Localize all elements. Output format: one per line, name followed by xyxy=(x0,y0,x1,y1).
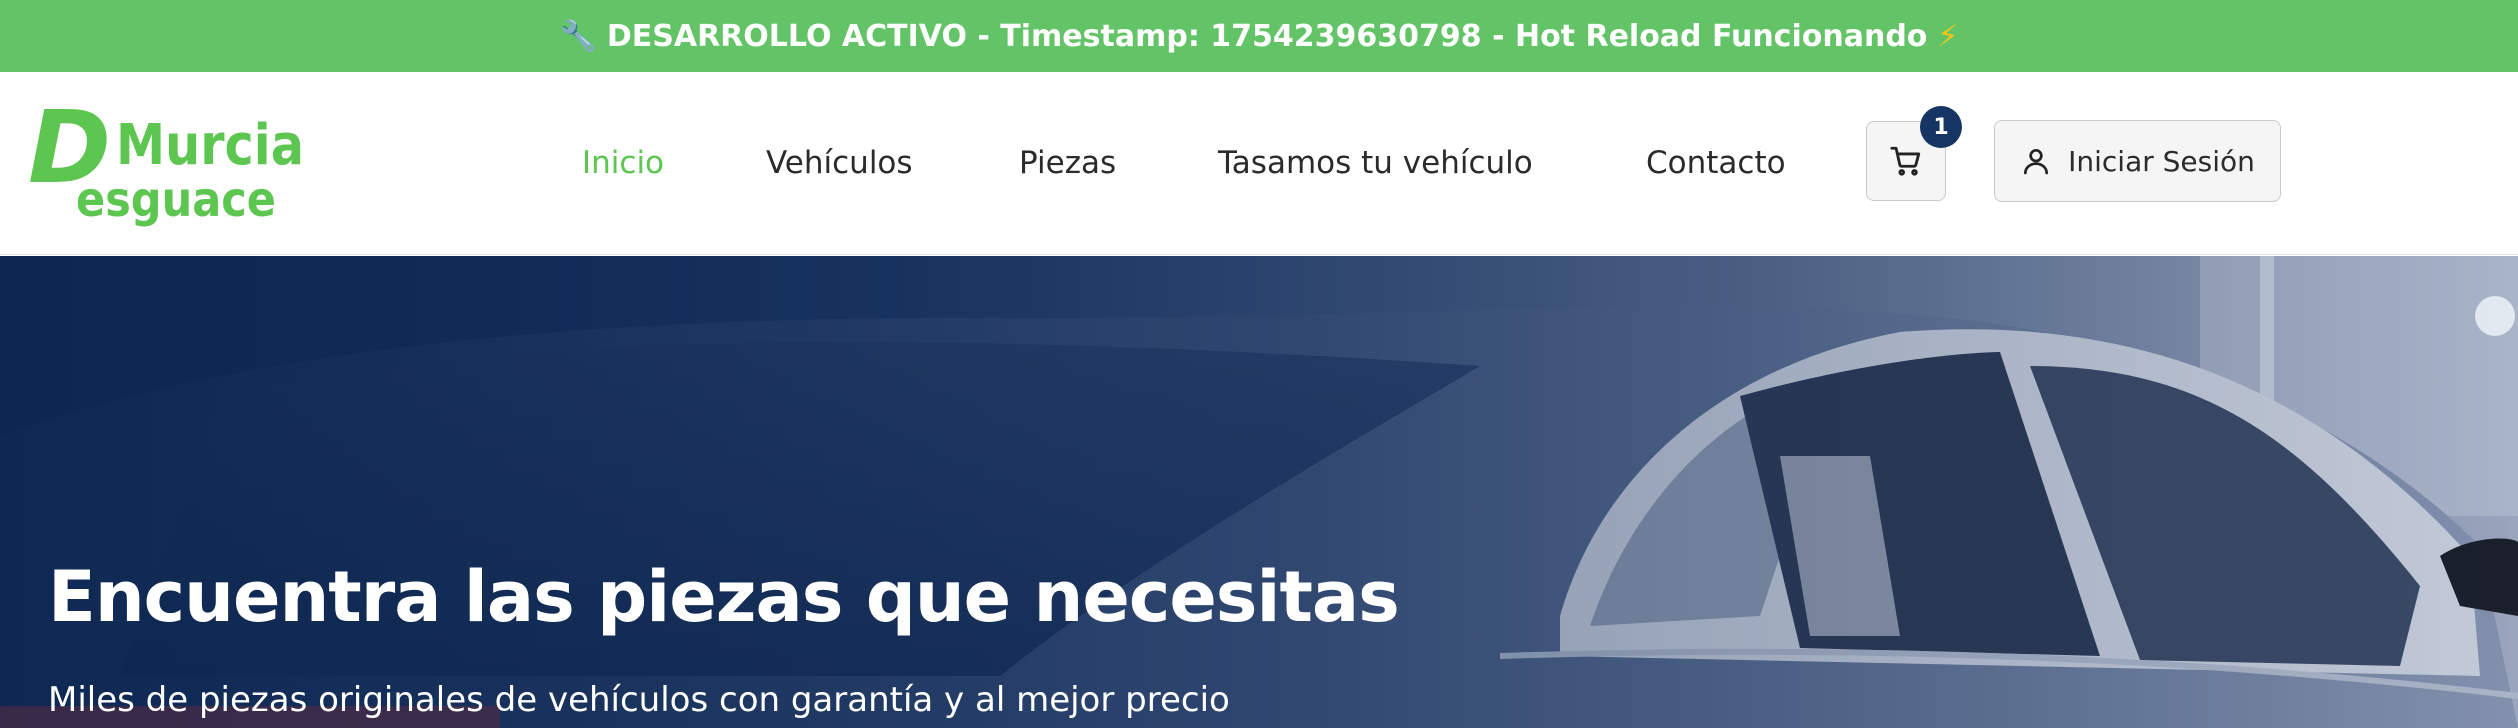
hero-title: Encuentra las piezas que necesitas xyxy=(48,556,1400,638)
dev-status-banner: 🔧 DESARROLLO ACTIVO - Timestamp: 1754239… xyxy=(0,0,2518,72)
nav-item-piezas[interactable]: Piezas xyxy=(1019,140,1116,186)
user-icon xyxy=(2024,149,2049,175)
hero-subtitle: Miles de piezas originales de vehículos … xyxy=(48,680,1230,720)
nav-item-vehiculos[interactable]: Vehículos xyxy=(766,140,913,186)
nav-item-inicio[interactable]: Inicio xyxy=(582,140,664,186)
cart-count-badge: 1 xyxy=(1920,106,1962,148)
login-button[interactable]: Iniciar Sesión xyxy=(1994,120,2281,202)
lightning-icon: ⚡ xyxy=(1937,18,1959,54)
hero-car-image xyxy=(0,256,2518,728)
nav-item-contacto[interactable]: Contacto xyxy=(1646,140,1786,186)
dev-banner-text: DESARROLLO ACTIVO - Timestamp: 175423963… xyxy=(606,18,1928,54)
site-header: D Murcia esguace Inicio Vehículos Piezas… xyxy=(0,72,2518,255)
login-label: Iniciar Sesión xyxy=(2068,144,2255,178)
shopping-cart-icon xyxy=(1890,146,1921,176)
hero-section: Encuentra las piezas que necesitas Miles… xyxy=(0,256,2518,728)
nav-item-tasamos[interactable]: Tasamos tu vehículo xyxy=(1218,140,1533,186)
wrench-icon: 🔧 xyxy=(559,18,597,54)
